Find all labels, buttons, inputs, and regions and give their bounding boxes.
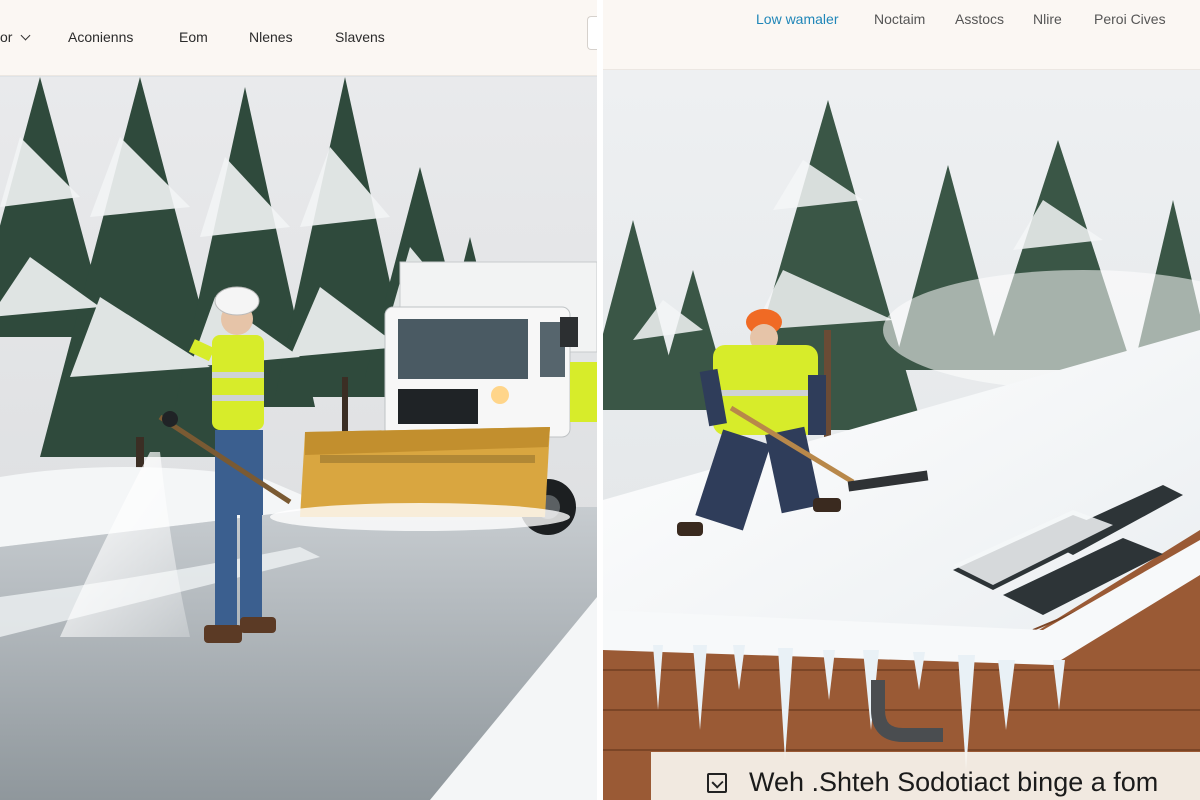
nav-dropdown-label: or xyxy=(0,29,13,45)
nav-link-2[interactable]: Eom xyxy=(179,29,208,45)
snow-plow-photo xyxy=(0,77,597,800)
checkbox-icon[interactable] xyxy=(707,773,727,793)
caption-bar: Weh .Shteh Sodotiact binge a fom xyxy=(651,752,1200,800)
nav-link-1[interactable]: Aconienns xyxy=(68,29,133,45)
nav-link-5[interactable]: Peroi Cives xyxy=(1094,11,1166,27)
left-navbar: or Aconienns Eom Nlenes Slavens xyxy=(0,0,597,76)
nav-dropdown[interactable]: or xyxy=(0,29,31,45)
left-panel: or Aconienns Eom Nlenes Slavens xyxy=(0,0,597,800)
nav-link-4[interactable]: Slavens xyxy=(335,29,385,45)
search-input[interactable] xyxy=(587,16,597,50)
right-navbar: Low wamaler Noctaim Asstocs Nlire Peroi … xyxy=(603,0,1200,70)
chevron-down-icon xyxy=(21,30,31,40)
nav-link-3[interactable]: Asstocs xyxy=(955,11,1004,27)
nav-link-3[interactable]: Nlenes xyxy=(249,29,293,45)
split-screenshot: or Aconienns Eom Nlenes Slavens Low wama… xyxy=(0,0,1200,800)
nav-link-4[interactable]: Nlire xyxy=(1033,11,1062,27)
nav-link-2[interactable]: Noctaim xyxy=(874,11,925,27)
nav-link-active[interactable]: Low wamaler xyxy=(756,11,838,27)
right-panel: Low wamaler Noctaim Asstocs Nlire Peroi … xyxy=(603,0,1200,800)
roof-snow-photo xyxy=(603,70,1200,800)
caption-text: Weh .Shteh Sodotiact binge a fom xyxy=(749,767,1159,797)
